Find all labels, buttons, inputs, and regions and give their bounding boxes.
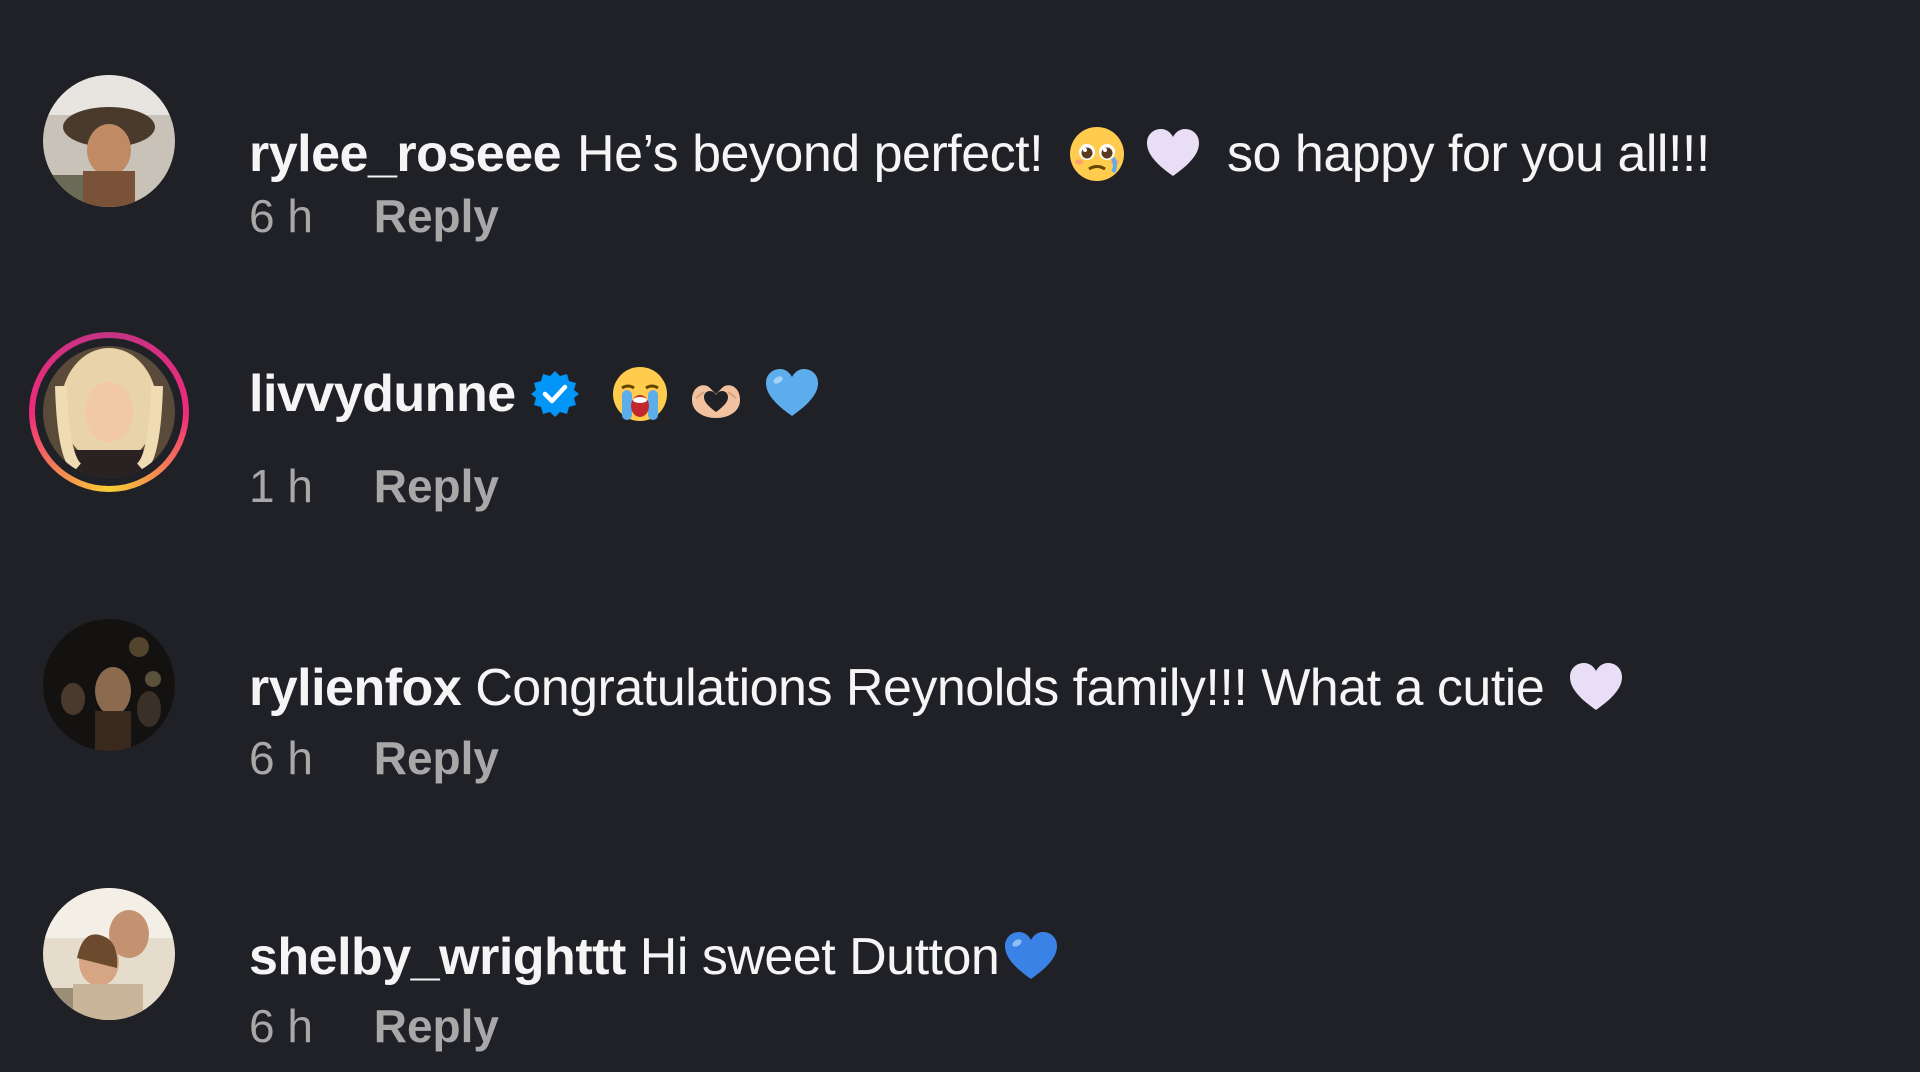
comment-text: Congratulations Reynolds family!!! What … bbox=[475, 659, 1545, 717]
comment-meta: 6 h Reply bbox=[249, 1000, 499, 1052]
comment-timestamp[interactable]: 6 h bbox=[249, 1000, 313, 1052]
loudly-crying-face-icon bbox=[612, 367, 667, 421]
comment-text: Hi sweet Dutton bbox=[639, 928, 1000, 986]
comment-item: rylienfox Congratulations Reynolds famil… bbox=[0, 580, 1920, 800]
verified-badge-icon bbox=[530, 371, 579, 417]
comment-item: rylee_roseee He’s beyond perfect! so hap… bbox=[0, 40, 1920, 260]
reply-button[interactable]: Reply bbox=[374, 1000, 499, 1052]
comment-item: livvydunne 1 h Reply bbox=[0, 310, 1920, 530]
comment-username[interactable]: shelby_wrighttt bbox=[249, 927, 626, 987]
comment-body: rylienfox Congratulations Reynolds famil… bbox=[249, 658, 1634, 718]
avatar[interactable] bbox=[43, 619, 175, 751]
avatar[interactable] bbox=[43, 75, 175, 207]
reply-button[interactable]: Reply bbox=[374, 460, 499, 512]
reply-button[interactable]: Reply bbox=[374, 190, 499, 242]
comment-meta: 6 h Reply bbox=[249, 190, 499, 242]
blue-heart-icon bbox=[765, 369, 818, 416]
story-ring[interactable] bbox=[29, 332, 189, 492]
comment-body: rylee_roseee He’s beyond perfect! so hap… bbox=[249, 124, 1710, 184]
comment-timestamp[interactable]: 6 h bbox=[249, 732, 313, 784]
comment-meta: 1 h Reply bbox=[249, 460, 499, 512]
comment-item: shelby_wrighttt Hi sweet Dutton 6 h Repl… bbox=[0, 850, 1920, 1070]
comment-timestamp[interactable]: 1 h bbox=[249, 460, 313, 512]
heart-hands-icon bbox=[691, 385, 740, 418]
comment-body: shelby_wrighttt Hi sweet Dutton bbox=[249, 927, 1069, 987]
white-heart-icon bbox=[1147, 129, 1200, 176]
reply-button[interactable]: Reply bbox=[374, 732, 499, 784]
white-heart-icon bbox=[1570, 663, 1623, 710]
comment-username[interactable]: livvydunne bbox=[249, 364, 516, 424]
blue-heart-icon bbox=[1005, 932, 1058, 979]
comment-timestamp[interactable]: 6 h bbox=[249, 190, 313, 242]
comment-text-continued: so happy for you all!!! bbox=[1227, 125, 1710, 183]
comment-meta: 6 h Reply bbox=[249, 732, 499, 784]
comment-username[interactable]: rylee_roseee bbox=[249, 124, 562, 184]
avatar[interactable] bbox=[43, 888, 175, 1020]
comment-text: He’s beyond perfect! bbox=[577, 125, 1044, 183]
avatar bbox=[43, 346, 175, 478]
pleading-face-icon bbox=[1070, 127, 1125, 181]
comment-username[interactable]: rylienfox bbox=[249, 658, 462, 718]
comment-body: livvydunne bbox=[249, 364, 830, 424]
